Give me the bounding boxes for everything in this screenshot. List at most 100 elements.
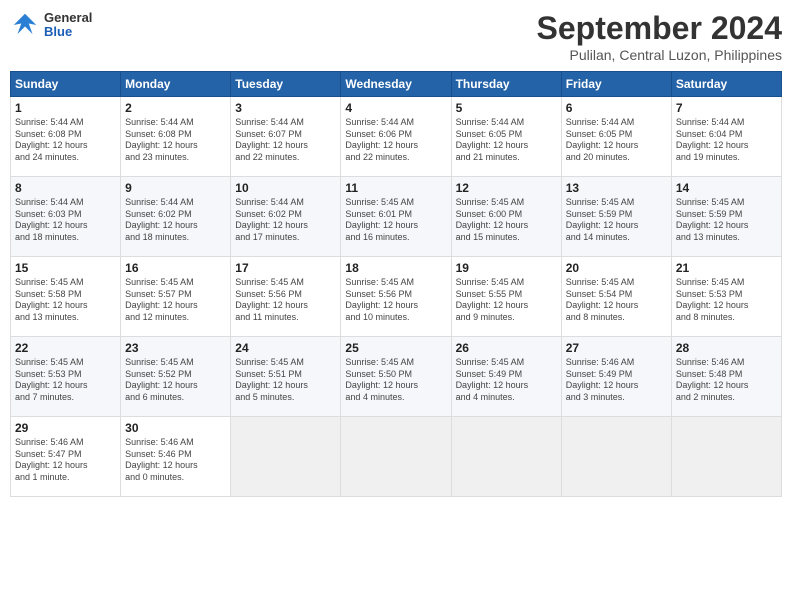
table-row: 19 Sunrise: 5:45 AM Sunset: 5:55 PM Dayli… xyxy=(451,257,561,337)
calendar-week-1: 1 Sunrise: 5:44 AM Sunset: 6:08 PM Daylig… xyxy=(11,97,782,177)
table-row: 10 Sunrise: 5:44 AM Sunset: 6:02 PM Dayli… xyxy=(231,177,341,257)
day-info: Sunrise: 5:45 AM Sunset: 5:53 PM Dayligh… xyxy=(676,277,777,324)
day-info: Sunrise: 5:45 AM Sunset: 5:57 PM Dayligh… xyxy=(125,277,226,324)
logo-text: General Blue xyxy=(44,11,92,40)
day-info: Sunrise: 5:44 AM Sunset: 6:08 PM Dayligh… xyxy=(125,117,226,164)
day-number: 16 xyxy=(125,261,226,275)
page-header: General Blue September 2024 Pulilan, Cen… xyxy=(10,10,782,63)
table-row: 6 Sunrise: 5:44 AM Sunset: 6:05 PM Daylig… xyxy=(561,97,671,177)
day-number: 25 xyxy=(345,341,446,355)
day-number: 9 xyxy=(125,181,226,195)
table-row: 13 Sunrise: 5:45 AM Sunset: 5:59 PM Dayli… xyxy=(561,177,671,257)
day-info: Sunrise: 5:46 AM Sunset: 5:46 PM Dayligh… xyxy=(125,437,226,484)
day-number: 27 xyxy=(566,341,667,355)
col-saturday: Saturday xyxy=(671,72,781,97)
table-row: 16 Sunrise: 5:45 AM Sunset: 5:57 PM Dayli… xyxy=(121,257,231,337)
day-number: 24 xyxy=(235,341,336,355)
table-row: 18Sunrise: 5:45 AM Sunset: 5:56 PM Dayli… xyxy=(341,257,451,337)
table-row: 30 Sunrise: 5:46 AM Sunset: 5:46 PM Dayli… xyxy=(121,417,231,497)
table-row: 15Sunrise: 5:45 AM Sunset: 5:58 PM Dayli… xyxy=(11,257,121,337)
logo: General Blue xyxy=(10,10,92,40)
table-row: 25 Sunrise: 5:45 AM Sunset: 5:50 PM Dayli… xyxy=(341,337,451,417)
table-row: 21 Sunrise: 5:45 AM Sunset: 5:53 PM Dayli… xyxy=(671,257,781,337)
day-info: Sunrise: 5:45 AM Sunset: 6:00 PM Dayligh… xyxy=(456,197,557,244)
day-number: 26 xyxy=(456,341,557,355)
calendar-week-4: 22 Sunrise: 5:45 AM Sunset: 5:53 PM Dayli… xyxy=(11,337,782,417)
day-info: Sunrise: 5:44 AM Sunset: 6:04 PM Dayligh… xyxy=(676,117,777,164)
day-info: Sunrise: 5:44 AM Sunset: 6:05 PM Dayligh… xyxy=(456,117,557,164)
table-row: 29Sunrise: 5:46 AM Sunset: 5:47 PM Dayli… xyxy=(11,417,121,497)
location: Pulilan, Central Luzon, Philippines xyxy=(537,47,782,63)
day-number: 28 xyxy=(676,341,777,355)
day-number: 23 xyxy=(125,341,226,355)
calendar-week-5: 29Sunrise: 5:46 AM Sunset: 5:47 PM Dayli… xyxy=(11,417,782,497)
day-info: Sunrise: 5:45 AM Sunset: 6:01 PM Dayligh… xyxy=(345,197,446,244)
table-row: 14Sunrise: 5:45 AM Sunset: 5:59 PM Dayli… xyxy=(671,177,781,257)
calendar-week-2: 8 Sunrise: 5:44 AM Sunset: 6:03 PM Daylig… xyxy=(11,177,782,257)
day-info: Sunrise: 5:45 AM Sunset: 5:52 PM Dayligh… xyxy=(125,357,226,404)
day-info: Sunrise: 5:45 AM Sunset: 5:53 PM Dayligh… xyxy=(15,357,116,404)
day-info: Sunrise: 5:45 AM Sunset: 5:51 PM Dayligh… xyxy=(235,357,336,404)
day-number: 21 xyxy=(676,261,777,275)
col-thursday: Thursday xyxy=(451,72,561,97)
day-number: 7 xyxy=(676,101,777,115)
table-row xyxy=(451,417,561,497)
table-row xyxy=(671,417,781,497)
day-info: Sunrise: 5:45 AM Sunset: 5:55 PM Dayligh… xyxy=(456,277,557,324)
day-number: 30 xyxy=(125,421,226,435)
day-info: Sunrise: 5:45 AM Sunset: 5:49 PM Dayligh… xyxy=(456,357,557,404)
table-row: 24 Sunrise: 5:45 AM Sunset: 5:51 PM Dayli… xyxy=(231,337,341,417)
day-info: Sunrise: 5:46 AM Sunset: 5:47 PM Dayligh… xyxy=(15,437,116,484)
day-number: 20 xyxy=(566,261,667,275)
table-row: 1 Sunrise: 5:44 AM Sunset: 6:08 PM Daylig… xyxy=(11,97,121,177)
calendar-table: Sunday Monday Tuesday Wednesday Thursday… xyxy=(10,71,782,497)
day-info: Sunrise: 5:45 AM Sunset: 5:59 PM Dayligh… xyxy=(676,197,777,244)
calendar-header-row: Sunday Monday Tuesday Wednesday Thursday… xyxy=(11,72,782,97)
col-wednesday: Wednesday xyxy=(341,72,451,97)
table-row: 11 Sunrise: 5:45 AM Sunset: 6:01 PM Dayli… xyxy=(341,177,451,257)
day-number: 11 xyxy=(345,181,446,195)
col-monday: Monday xyxy=(121,72,231,97)
table-row: 3Sunrise: 5:44 AM Sunset: 6:07 PM Daylig… xyxy=(231,97,341,177)
day-number: 19 xyxy=(456,261,557,275)
day-info: Sunrise: 5:46 AM Sunset: 5:48 PM Dayligh… xyxy=(676,357,777,404)
day-number: 4 xyxy=(345,101,446,115)
day-info: Sunrise: 5:44 AM Sunset: 6:07 PM Dayligh… xyxy=(235,117,336,164)
day-info: Sunrise: 5:44 AM Sunset: 6:05 PM Dayligh… xyxy=(566,117,667,164)
day-number: 10 xyxy=(235,181,336,195)
day-number: 1 xyxy=(15,101,116,115)
table-row: 12Sunrise: 5:45 AM Sunset: 6:00 PM Dayli… xyxy=(451,177,561,257)
col-tuesday: Tuesday xyxy=(231,72,341,97)
table-row: 20 Sunrise: 5:45 AM Sunset: 5:54 PM Dayli… xyxy=(561,257,671,337)
day-info: Sunrise: 5:44 AM Sunset: 6:02 PM Dayligh… xyxy=(125,197,226,244)
table-row xyxy=(341,417,451,497)
table-row: 27Sunrise: 5:46 AM Sunset: 5:49 PM Dayli… xyxy=(561,337,671,417)
day-number: 22 xyxy=(15,341,116,355)
day-info: Sunrise: 5:44 AM Sunset: 6:03 PM Dayligh… xyxy=(15,197,116,244)
table-row: 28 Sunrise: 5:46 AM Sunset: 5:48 PM Dayli… xyxy=(671,337,781,417)
day-number: 15 xyxy=(15,261,116,275)
table-row: 5 Sunrise: 5:44 AM Sunset: 6:05 PM Daylig… xyxy=(451,97,561,177)
day-info: Sunrise: 5:45 AM Sunset: 5:54 PM Dayligh… xyxy=(566,277,667,324)
month-title: September 2024 xyxy=(537,10,782,47)
table-row: 26 Sunrise: 5:45 AM Sunset: 5:49 PM Dayli… xyxy=(451,337,561,417)
col-friday: Friday xyxy=(561,72,671,97)
day-number: 18 xyxy=(345,261,446,275)
table-row: 8 Sunrise: 5:44 AM Sunset: 6:03 PM Daylig… xyxy=(11,177,121,257)
day-info: Sunrise: 5:45 AM Sunset: 5:56 PM Dayligh… xyxy=(235,277,336,324)
day-number: 6 xyxy=(566,101,667,115)
day-info: Sunrise: 5:45 AM Sunset: 5:50 PM Dayligh… xyxy=(345,357,446,404)
table-row: 4 Sunrise: 5:44 AM Sunset: 6:06 PM Daylig… xyxy=(341,97,451,177)
calendar-week-3: 15Sunrise: 5:45 AM Sunset: 5:58 PM Dayli… xyxy=(11,257,782,337)
day-info: Sunrise: 5:45 AM Sunset: 5:59 PM Dayligh… xyxy=(566,197,667,244)
table-row: 23 Sunrise: 5:45 AM Sunset: 5:52 PM Dayli… xyxy=(121,337,231,417)
table-row xyxy=(231,417,341,497)
day-info: Sunrise: 5:44 AM Sunset: 6:06 PM Dayligh… xyxy=(345,117,446,164)
day-number: 13 xyxy=(566,181,667,195)
day-number: 8 xyxy=(15,181,116,195)
day-info: Sunrise: 5:44 AM Sunset: 6:08 PM Dayligh… xyxy=(15,117,116,164)
day-number: 5 xyxy=(456,101,557,115)
day-info: Sunrise: 5:44 AM Sunset: 6:02 PM Dayligh… xyxy=(235,197,336,244)
title-section: September 2024 Pulilan, Central Luzon, P… xyxy=(537,10,782,63)
table-row: 9 Sunrise: 5:44 AM Sunset: 6:02 PM Daylig… xyxy=(121,177,231,257)
